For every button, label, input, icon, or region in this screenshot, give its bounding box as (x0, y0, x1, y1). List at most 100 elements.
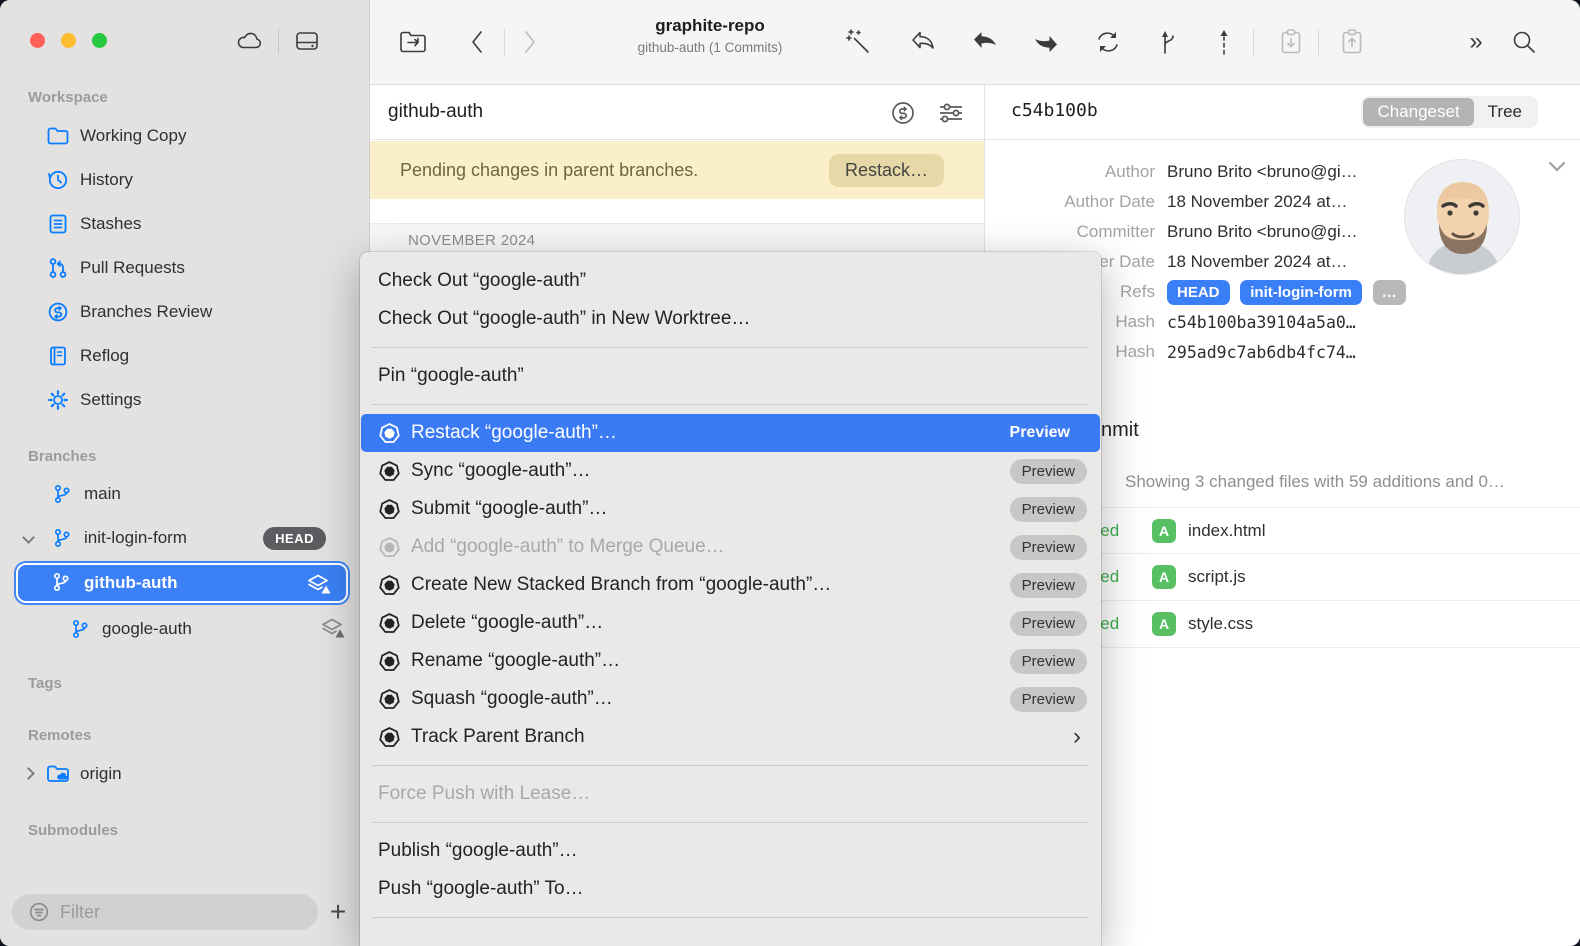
sidebar-item-label: Settings (80, 390, 141, 410)
menu-item-track-parent[interactable]: Track Parent Branch › (360, 718, 1101, 756)
menu-item-add-merge-queue[interactable]: Add “google-auth” to Merge Queue… Previe… (360, 528, 1101, 566)
remote-row-origin[interactable]: origin (0, 752, 370, 796)
filter-options-button[interactable] (934, 96, 968, 130)
sidebar-item-history[interactable]: History (0, 158, 370, 202)
restack-button[interactable]: Restack… (829, 154, 944, 187)
quick-launch-button[interactable] (840, 24, 876, 60)
minimize-window-button[interactable] (61, 33, 76, 48)
graphite-icon (378, 536, 400, 558)
sidebar-item-pull-requests[interactable]: Pull Requests (0, 246, 370, 290)
commit-button[interactable] (1206, 24, 1242, 60)
preview-badge: Preview (1010, 497, 1087, 522)
ref-badge-head[interactable]: HEAD (1167, 280, 1230, 305)
close-window-button[interactable] (30, 33, 45, 48)
overflow-button[interactable]: » (1458, 24, 1494, 60)
restack-banner: Pending changes in parent branches. Rest… (370, 141, 984, 199)
menu-item-label: Create New Stacked Branch from “google-a… (411, 574, 831, 596)
detail-value: Bruno Brito <bruno@gi… (1167, 162, 1358, 182)
branch-row-main[interactable]: main (0, 472, 370, 516)
menu-item-sync[interactable]: Sync “google-auth”… Preview (360, 452, 1101, 490)
menu-item-label: Pin “google-auth” (378, 365, 524, 387)
toolbar: graphite-repo github-auth (1 Commits) (370, 0, 1580, 85)
divider (1253, 29, 1254, 55)
ref-badge-branch[interactable]: init-login-form (1240, 280, 1362, 305)
stash-button[interactable] (1273, 24, 1309, 60)
branch-icon (50, 526, 74, 550)
push-arrow-icon (1032, 29, 1060, 55)
repo-subtitle: github-auth (1 Commits) (540, 40, 880, 55)
menu-item-checkout-worktree[interactable]: Check Out “google-auth” in New Worktree… (360, 300, 1101, 338)
menu-item-restack[interactable]: Restack “google-auth”… Preview (361, 414, 1100, 452)
drive-button[interactable] (285, 24, 329, 58)
menu-item-rename[interactable]: Rename “google-auth”… Preview (360, 642, 1101, 680)
pull-button[interactable] (967, 24, 1003, 60)
commit-panel-header: c54b100b Changeset Tree (985, 85, 1580, 140)
menu-separator (372, 404, 1089, 405)
menu-item-submit[interactable]: Submit “google-auth”… Preview (360, 490, 1101, 528)
menu-item-label: Squash “google-auth”… (411, 688, 613, 710)
menu-item-checkout[interactable]: Check Out “google-auth” (360, 262, 1101, 300)
zoom-window-button[interactable] (92, 33, 107, 48)
graphite-icon (378, 650, 400, 672)
search-button[interactable] (1506, 24, 1542, 60)
branch-icon (68, 617, 92, 641)
sidebar-item-branches-review[interactable]: Branches Review (0, 290, 370, 334)
menu-item-push-to[interactable]: Push “google-auth” To… (360, 870, 1101, 908)
sidebar-item-settings[interactable]: Settings (0, 378, 370, 422)
collapse-details-button[interactable] (1548, 161, 1566, 173)
branch-label: init-login-form (84, 528, 187, 548)
sidebar-item-stashes[interactable]: Stashes (0, 202, 370, 246)
add-button[interactable]: + (320, 894, 356, 930)
branches-review-icon (46, 300, 70, 324)
menu-item-publish[interactable]: Publish “google-auth”… (360, 832, 1101, 870)
menu-item-label: Add “google-auth” to Merge Queue… (411, 536, 725, 558)
magic-wand-icon (844, 28, 872, 56)
apply-stash-button[interactable] (1334, 24, 1370, 60)
back-button[interactable] (459, 24, 495, 60)
toolbar-title: graphite-repo github-auth (1 Commits) (540, 16, 880, 55)
menu-item-create-stacked-branch[interactable]: Create New Stacked Branch from “google-a… (360, 566, 1101, 604)
fetch-button[interactable] (1090, 24, 1126, 60)
branch-panel-header: github-auth (370, 85, 984, 140)
sidebar-item-reflog[interactable]: Reflog (0, 334, 370, 378)
sidebar-item-working-copy[interactable]: Working Copy (0, 114, 370, 158)
filter-input[interactable] (60, 902, 290, 923)
branch-label: main (84, 484, 121, 504)
cloud-button[interactable] (228, 24, 272, 58)
branch-icon (50, 482, 74, 506)
graphite-icon (378, 688, 400, 710)
chevron-right-icon[interactable] (24, 765, 33, 783)
create-branch-button[interactable] (1151, 24, 1187, 60)
menu-item-squash[interactable]: Squash “google-auth”… Preview (360, 680, 1101, 718)
tab-changeset[interactable]: Changeset (1363, 98, 1473, 126)
menu-item-pin[interactable]: Pin “google-auth” (360, 357, 1101, 395)
branch-row-github-auth[interactable]: github-auth (16, 563, 348, 603)
chevron-down-icon[interactable] (24, 529, 33, 547)
menu-item-force-push[interactable]: Force Push with Lease… (360, 775, 1101, 813)
menu-item-label: Rename “google-auth”… (411, 650, 620, 672)
sliders-icon (937, 101, 965, 125)
gear-icon (46, 388, 70, 412)
sidebar-item-label: Pull Requests (80, 258, 185, 278)
filter-icon (28, 901, 50, 923)
divider (278, 28, 279, 54)
swap-circle-icon (890, 100, 916, 126)
menu-separator (372, 347, 1089, 348)
menu-item-label: Restack “google-auth”… (411, 422, 617, 444)
chevron-left-icon (469, 29, 485, 55)
dashed-up-arrow-icon (1217, 28, 1231, 56)
branch-row-google-auth[interactable]: google-auth (0, 607, 370, 651)
review-toggle-button[interactable] (886, 96, 920, 130)
preview-badge: Preview (1010, 611, 1087, 636)
filter-field[interactable] (12, 894, 318, 930)
push-button[interactable] (1028, 24, 1064, 60)
refs-more-button[interactable]: … (1373, 280, 1406, 305)
revert-button[interactable] (905, 24, 941, 60)
tab-tree[interactable]: Tree (1474, 98, 1536, 126)
detail-value: 295ad9c7ab6db4fc74… (1167, 343, 1356, 362)
preview-badge: Preview (1010, 649, 1087, 674)
menu-item-delete[interactable]: Delete “google-auth”… Preview (360, 604, 1101, 642)
menu-item-label: Submit “google-auth”… (411, 498, 607, 520)
repo-switcher-button[interactable] (395, 24, 431, 60)
branch-row-init-login-form[interactable]: init-login-form HEAD (0, 516, 370, 560)
